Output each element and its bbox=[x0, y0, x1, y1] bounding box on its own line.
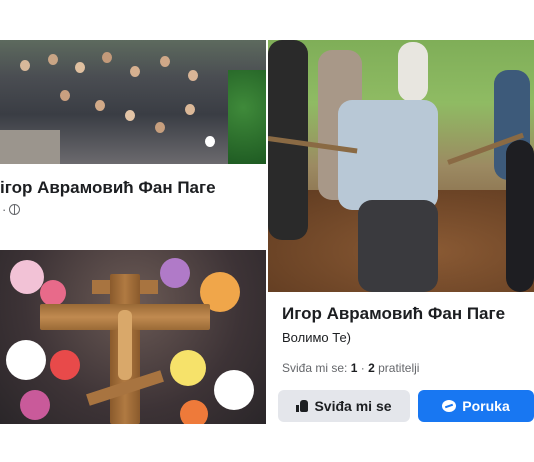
followers-label[interactable]: pratitelji bbox=[378, 361, 419, 375]
page-title[interactable]: Игор Аврамовић Фан Паге bbox=[282, 304, 505, 324]
message-button-label: Poruka bbox=[462, 398, 510, 414]
flower-decoration bbox=[214, 370, 254, 410]
flower-decoration bbox=[180, 400, 208, 424]
crowd-head bbox=[48, 54, 58, 65]
page-subtitle: Волимо Те) bbox=[282, 330, 352, 345]
crowd-head bbox=[155, 122, 165, 133]
likes-label: Sviđa mi se: bbox=[282, 361, 348, 375]
crowd-photo[interactable] bbox=[0, 40, 266, 164]
flower-decoration bbox=[160, 258, 190, 288]
page-title[interactable]: ігор Аврамовић Фан Паге bbox=[0, 178, 216, 198]
crowd-head bbox=[205, 136, 215, 147]
followers-count: 2 bbox=[368, 361, 375, 375]
cross-photo[interactable] bbox=[0, 250, 266, 424]
page-meta: · bbox=[2, 202, 21, 217]
like-button-label: Sviđa mi se bbox=[314, 398, 392, 414]
crowd-tree bbox=[228, 70, 266, 164]
crowd-head bbox=[185, 104, 195, 115]
burial-photo[interactable] bbox=[268, 40, 534, 292]
flower-decoration bbox=[50, 350, 80, 380]
crowd-head bbox=[95, 100, 105, 111]
page-stats: Sviđa mi se: 1 · 2 pratitelji bbox=[282, 361, 419, 375]
stats-separator: · bbox=[360, 361, 365, 375]
likes-count: 1 bbox=[350, 361, 358, 375]
message-button[interactable]: Poruka bbox=[418, 390, 534, 422]
person-figure bbox=[506, 140, 534, 292]
corpus-figure bbox=[118, 310, 132, 380]
person-figure bbox=[358, 200, 438, 292]
meta-dot: · bbox=[2, 202, 7, 217]
messenger-icon bbox=[442, 399, 457, 413]
crowd-head bbox=[102, 52, 112, 63]
crowd-head bbox=[75, 62, 85, 73]
thumbs-up-icon bbox=[296, 400, 309, 412]
right-fan-page-card: Игор Аврамовић Фан Паге Волимо Те) Sviđa… bbox=[268, 40, 534, 424]
crowd-head bbox=[60, 90, 70, 101]
crowd-head bbox=[20, 60, 30, 71]
left-fan-page-card: ігор Аврамовић Фан Паге · bbox=[0, 40, 266, 424]
crowd-head bbox=[130, 66, 140, 77]
person-figure bbox=[398, 42, 428, 102]
crowd-head bbox=[125, 110, 135, 121]
flower-decoration bbox=[6, 340, 46, 380]
crowd-head bbox=[188, 70, 198, 81]
flower-decoration bbox=[20, 390, 50, 420]
flower-decoration bbox=[40, 280, 66, 306]
globe-icon bbox=[9, 204, 21, 215]
like-page-button[interactable]: Sviđa mi se bbox=[278, 390, 410, 422]
crowd-ground bbox=[0, 130, 60, 164]
crowd-head bbox=[160, 56, 170, 67]
flower-decoration bbox=[10, 260, 44, 294]
flower-decoration bbox=[170, 350, 206, 386]
person-figure bbox=[338, 100, 438, 210]
